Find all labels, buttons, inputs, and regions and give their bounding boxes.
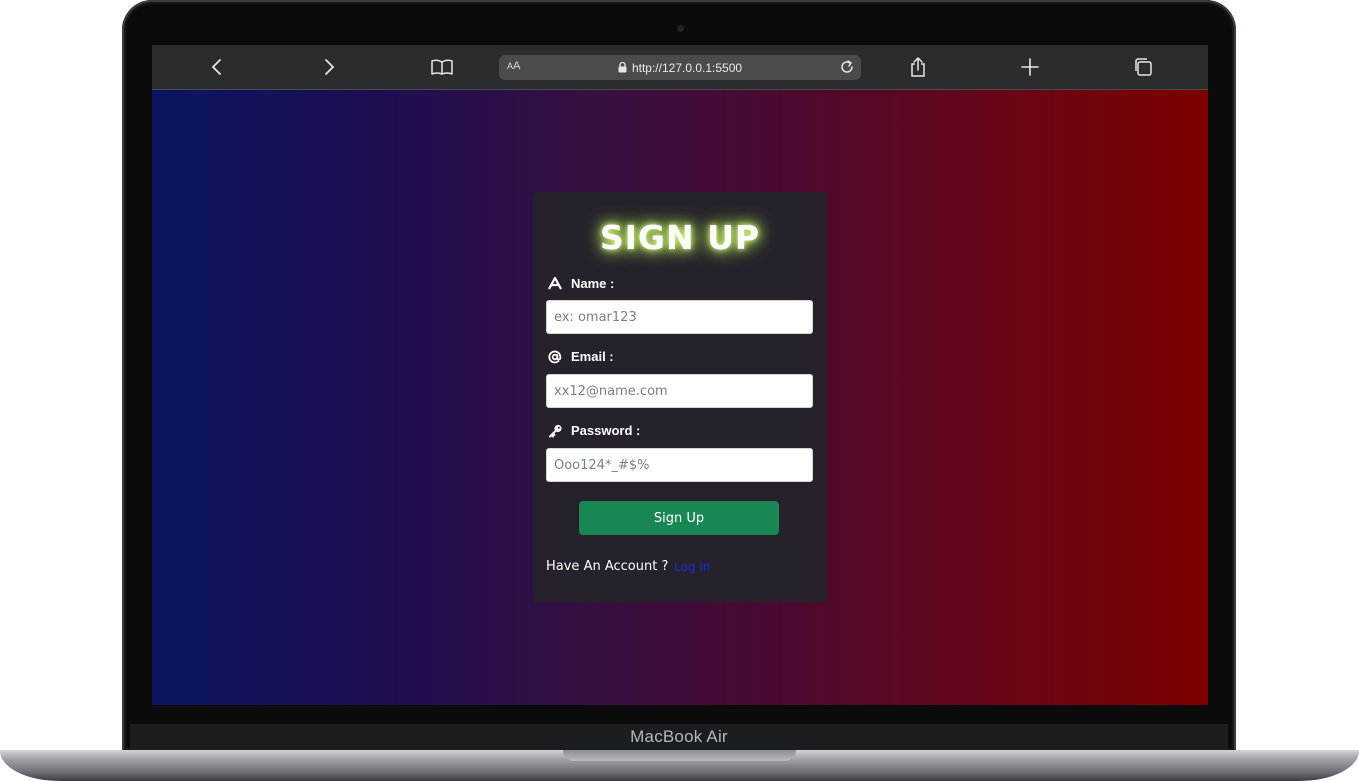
- url-display: http://127.0.0.1:5500: [499, 55, 861, 80]
- url-text: http://127.0.0.1:5500: [631, 60, 743, 75]
- browser-screen: AA http://127.0.0.1:5500 SIGN UP Name: …: [152, 45, 1208, 705]
- reload-icon[interactable]: [838, 58, 856, 81]
- address-bar[interactable]: AA http://127.0.0.1:5500: [499, 55, 861, 80]
- page-title: SIGN UP: [599, 218, 761, 257]
- new-tab-icon[interactable]: [1016, 53, 1044, 81]
- forward-icon[interactable]: [315, 53, 343, 81]
- page-background: SIGN UP Name : Email :: [152, 90, 1208, 705]
- browser-toolbar: AA http://127.0.0.1:5500: [152, 45, 1208, 90]
- signup-card: SIGN UP Name : Email :: [533, 192, 827, 602]
- name-label-text: Name :: [571, 276, 615, 291]
- laptop-notch: [563, 750, 796, 761]
- password-label-text: Password :: [571, 423, 641, 438]
- key-icon: [547, 424, 563, 438]
- sign-up-button[interactable]: Sign Up: [579, 501, 779, 535]
- back-icon[interactable]: [203, 53, 231, 81]
- lock-icon: [618, 62, 627, 73]
- share-icon[interactable]: [904, 53, 932, 81]
- password-label: Password :: [547, 423, 640, 438]
- bookmarks-icon[interactable]: [428, 53, 456, 81]
- camera: [677, 25, 684, 32]
- email-label-text: Email :: [571, 349, 614, 364]
- have-account-text: Have An Account ?: [546, 559, 669, 574]
- laptop-mockup: AA http://127.0.0.1:5500 SIGN UP Name: …: [0, 0, 1359, 781]
- tabs-overview-icon[interactable]: [1129, 53, 1157, 81]
- name-input[interactable]: [546, 300, 813, 334]
- password-input[interactable]: [546, 448, 813, 482]
- at-sign-icon: [547, 350, 563, 364]
- email-label: Email :: [547, 349, 614, 364]
- name-label: Name :: [547, 276, 614, 291]
- email-input[interactable]: [546, 374, 813, 408]
- brand-label: MacBook Air: [630, 727, 728, 746]
- letter-a-icon: [547, 277, 563, 290]
- login-link[interactable]: Log In: [674, 560, 710, 574]
